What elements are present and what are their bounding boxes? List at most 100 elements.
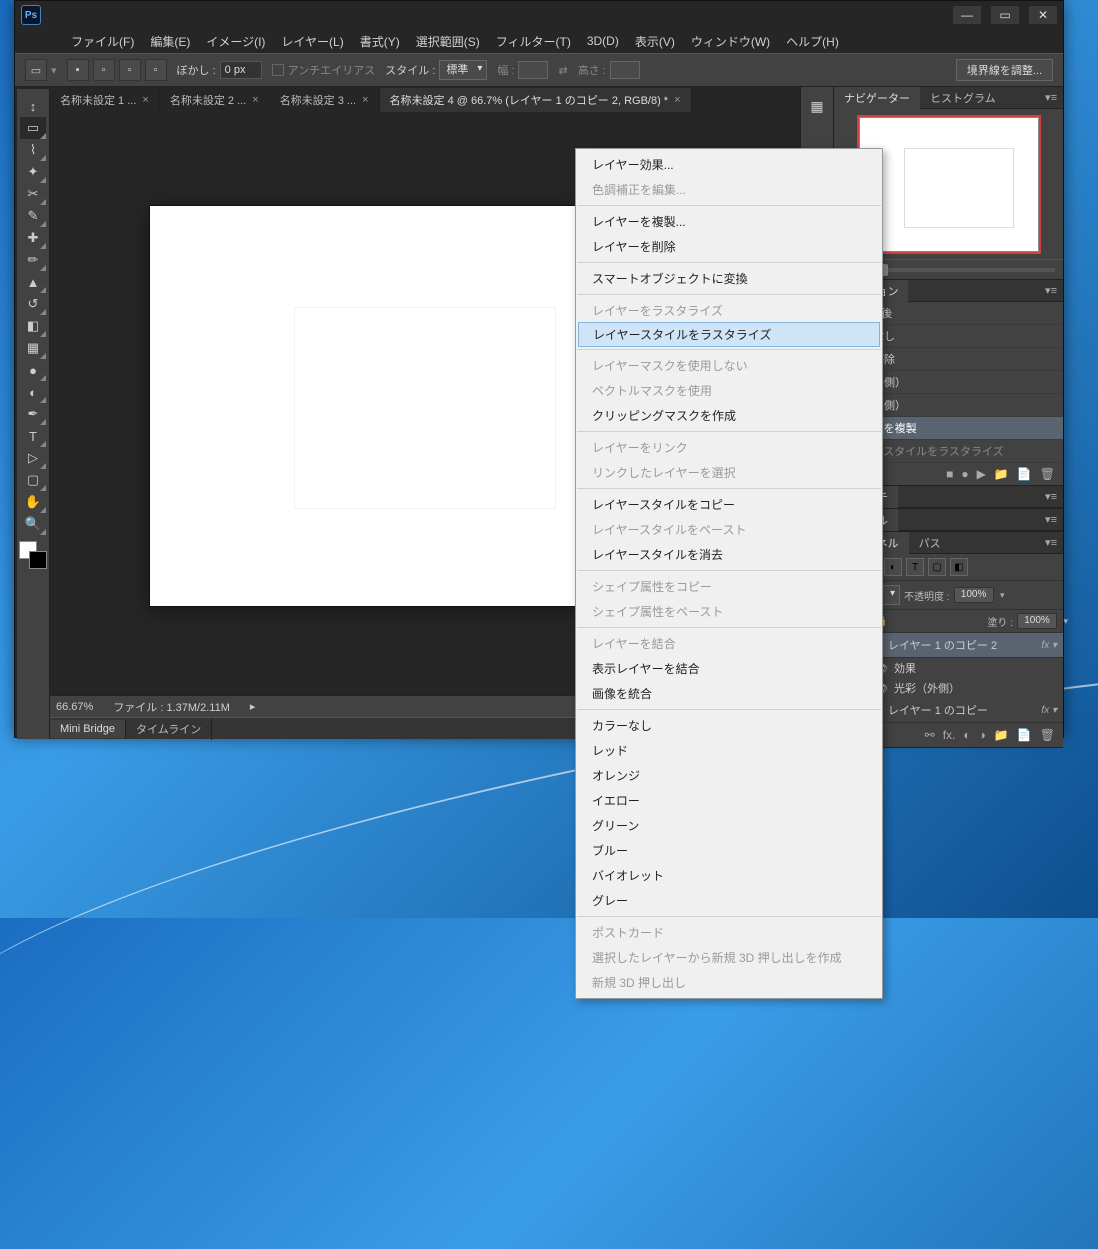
minimize-button[interactable]: — bbox=[953, 6, 981, 24]
opacity-value[interactable]: 100% bbox=[954, 587, 994, 603]
ctx-color-yellow[interactable]: イエロー bbox=[576, 788, 882, 813]
new-layer-icon[interactable]: 📄 bbox=[1017, 728, 1032, 742]
selmode-intersect-icon[interactable]: ▫ bbox=[145, 59, 167, 81]
link-layers-icon[interactable]: ⚯ bbox=[925, 728, 935, 742]
hand-tool-icon[interactable]: ✋ bbox=[20, 491, 46, 513]
ctx-clear-layer-style[interactable]: レイヤースタイルを消去 bbox=[576, 542, 882, 567]
stamp-tool-icon[interactable]: ▲ bbox=[20, 271, 46, 293]
panel-menu-icon[interactable]: ▾≡ bbox=[1039, 91, 1063, 104]
ctx-flatten-image[interactable]: 画像を統合 bbox=[576, 681, 882, 706]
shape-tool-icon[interactable]: ▢ bbox=[20, 469, 46, 491]
layer-mask-icon[interactable]: ◐ bbox=[963, 728, 970, 742]
ctx-color-green[interactable]: グリーン bbox=[576, 813, 882, 838]
status-menu-icon[interactable]: ▸ bbox=[250, 700, 256, 713]
refine-edge-button[interactable]: 境界線を調整... bbox=[956, 59, 1053, 81]
trash-icon[interactable]: 🗑 bbox=[1040, 467, 1055, 481]
ctx-duplicate-layer[interactable]: レイヤーを複製... bbox=[576, 209, 882, 234]
eraser-tool-icon[interactable]: ◧ bbox=[20, 315, 46, 337]
dodge-tool-icon[interactable]: ◐ bbox=[20, 381, 46, 403]
fx-badge[interactable]: fx ▾ bbox=[1041, 640, 1057, 651]
ctx-color-violet[interactable]: バイオレット bbox=[576, 863, 882, 888]
doc-tab-4[interactable]: 名称未設定 4 @ 66.7% (レイヤー 1 のコピー 2, RGB/8) *… bbox=[380, 88, 692, 112]
zoom-level[interactable]: 66.67% bbox=[56, 701, 93, 713]
adjustment-icon[interactable]: ◑ bbox=[979, 728, 986, 742]
ctx-convert-smart-object[interactable]: スマートオブジェクトに変換 bbox=[576, 266, 882, 291]
filter-adjust-icon[interactable]: ◐ bbox=[884, 558, 902, 576]
ctx-merge-visible[interactable]: 表示レイヤーを結合 bbox=[576, 656, 882, 681]
doc-tab-3[interactable]: 名称未設定 3 ...× bbox=[270, 88, 380, 112]
menu-help[interactable]: ヘルプ(H) bbox=[780, 31, 845, 52]
brush-tool-icon[interactable]: ✏ bbox=[20, 249, 46, 271]
record-icon[interactable]: ● bbox=[961, 467, 968, 481]
layer-name[interactable]: レイヤー 1 のコピー 2 bbox=[888, 637, 1035, 653]
marquee-preset-icon[interactable]: ▭ bbox=[25, 59, 47, 81]
fx-badge[interactable]: fx ▾ bbox=[1041, 705, 1057, 716]
menu-image[interactable]: イメージ(I) bbox=[200, 31, 271, 52]
ctx-delete-layer[interactable]: レイヤーを削除 bbox=[576, 234, 882, 259]
move-tool-icon[interactable]: ↕ bbox=[20, 95, 46, 117]
menu-view[interactable]: 表示(V) bbox=[629, 31, 681, 52]
tab-mini-bridge[interactable]: Mini Bridge bbox=[50, 720, 126, 738]
gradient-tool-icon[interactable]: ▦ bbox=[20, 337, 46, 359]
doc-tab-2[interactable]: 名称未設定 2 ...× bbox=[160, 88, 270, 112]
close-icon[interactable]: × bbox=[142, 94, 148, 106]
layer-style-icon[interactable]: fx. bbox=[943, 728, 956, 742]
new-group-icon[interactable]: 📁 bbox=[994, 728, 1009, 742]
menu-3d[interactable]: 3D(D) bbox=[581, 32, 625, 50]
zoom-tool-icon[interactable]: 🔍 bbox=[20, 513, 46, 535]
ctx-rasterize-layer-style[interactable]: レイヤースタイルをラスタライズ bbox=[578, 322, 880, 347]
close-button[interactable]: ✕ bbox=[1029, 6, 1057, 24]
new-folder-icon[interactable]: 📁 bbox=[994, 467, 1009, 481]
tab-navigator[interactable]: ナビゲーター bbox=[834, 87, 920, 109]
menu-layer[interactable]: レイヤー(L) bbox=[275, 31, 349, 52]
path-select-tool-icon[interactable]: ▷ bbox=[20, 447, 46, 469]
ctx-color-blue[interactable]: ブルー bbox=[576, 838, 882, 863]
ctx-layer-effects[interactable]: レイヤー効果... bbox=[576, 152, 882, 177]
marquee-tool-icon[interactable]: ▭ bbox=[20, 117, 46, 139]
menu-file[interactable]: ファイル(F) bbox=[65, 31, 140, 52]
heal-tool-icon[interactable]: ✚ bbox=[20, 227, 46, 249]
lasso-tool-icon[interactable]: ⌇ bbox=[20, 139, 46, 161]
style-select[interactable]: 標準 bbox=[439, 60, 487, 80]
dock-presets-icon[interactable]: ▦ bbox=[806, 95, 828, 117]
fill-value[interactable]: 100% bbox=[1017, 613, 1057, 629]
panel-menu-icon[interactable]: ▾≡ bbox=[1039, 513, 1063, 526]
tab-histogram[interactable]: ヒストグラム bbox=[920, 87, 1006, 109]
tab-timeline[interactable]: タイムライン bbox=[126, 718, 212, 740]
menu-filter[interactable]: フィルター(T) bbox=[490, 31, 577, 52]
crop-tool-icon[interactable]: ✂ bbox=[20, 183, 46, 205]
menu-edit[interactable]: 編集(E) bbox=[144, 31, 196, 52]
layer-name[interactable]: レイヤー 1 のコピー bbox=[888, 702, 1035, 718]
feather-input[interactable] bbox=[220, 61, 262, 79]
blur-tool-icon[interactable]: ● bbox=[20, 359, 46, 381]
close-icon[interactable]: × bbox=[252, 94, 258, 106]
trash-icon[interactable]: 🗑 bbox=[1040, 728, 1055, 742]
navigator-preview[interactable] bbox=[859, 117, 1039, 252]
play-icon[interactable]: ▶ bbox=[977, 467, 986, 481]
panel-menu-icon[interactable]: ▾≡ bbox=[1039, 536, 1063, 549]
filter-type-icon[interactable]: T bbox=[906, 558, 924, 576]
menu-window[interactable]: ウィンドウ(W) bbox=[685, 31, 776, 52]
new-action-icon[interactable]: 📄 bbox=[1017, 467, 1032, 481]
selmode-new-icon[interactable]: ▪ bbox=[67, 59, 89, 81]
pen-tool-icon[interactable]: ✒ bbox=[20, 403, 46, 425]
history-brush-tool-icon[interactable]: ↺ bbox=[20, 293, 46, 315]
menu-type[interactable]: 書式(Y) bbox=[354, 31, 406, 52]
panel-menu-icon[interactable]: ▾≡ bbox=[1039, 490, 1063, 503]
filter-shape-icon[interactable]: ▢ bbox=[928, 558, 946, 576]
selmode-add-icon[interactable]: ▫ bbox=[93, 59, 115, 81]
wand-tool-icon[interactable]: ✦ bbox=[20, 161, 46, 183]
ctx-color-orange[interactable]: オレンジ bbox=[576, 763, 882, 788]
color-swatch-tool[interactable] bbox=[19, 541, 47, 569]
close-icon[interactable]: × bbox=[674, 94, 680, 106]
tab-paths[interactable]: パス bbox=[909, 532, 951, 554]
ctx-color-gray[interactable]: グレー bbox=[576, 888, 882, 913]
panel-menu-icon[interactable]: ▾≡ bbox=[1039, 284, 1063, 297]
close-icon[interactable]: × bbox=[362, 94, 368, 106]
filter-smart-icon[interactable]: ◧ bbox=[950, 558, 968, 576]
doc-tab-1[interactable]: 名称未設定 1 ...× bbox=[50, 88, 160, 112]
stop-icon[interactable]: ■ bbox=[946, 467, 953, 481]
eyedropper-tool-icon[interactable]: ✎ bbox=[20, 205, 46, 227]
ctx-color-red[interactable]: レッド bbox=[576, 738, 882, 763]
type-tool-icon[interactable]: T bbox=[20, 425, 46, 447]
